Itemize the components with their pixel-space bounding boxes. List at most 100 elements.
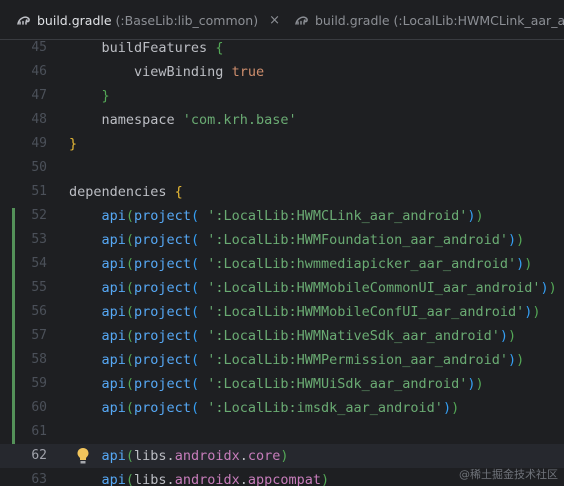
code-token: ) xyxy=(516,352,525,368)
code-token: api xyxy=(101,400,126,416)
code-text[interactable]: api(libs.androidx.core) xyxy=(69,444,289,468)
line-number[interactable]: 60 xyxy=(0,396,47,420)
code-token: ( xyxy=(125,328,135,344)
code-token: ':LocalLib:HWMNativeSdk_aar_android' xyxy=(207,328,500,344)
code-line[interactable]: 48 namespace 'com.krh.base' xyxy=(0,108,564,132)
code-token: project xyxy=(134,328,191,344)
code-line[interactable]: 54 api(project( ':LocalLib:hwmmediapicke… xyxy=(0,252,564,276)
line-number[interactable]: 56 xyxy=(0,300,47,324)
code-token: ':LocalLib:hwmmediapicker_aar_android' xyxy=(207,256,517,272)
code-text[interactable]: api(project( ':LocalLib:HWMUiSdk_aar_and… xyxy=(69,372,484,396)
code-token: } xyxy=(101,88,110,104)
code-token: { xyxy=(215,40,224,56)
code-token: namespace xyxy=(69,112,183,128)
code-token: ) xyxy=(442,400,452,416)
tab-build-gradle-hwmclink[interactable]: build.gradle (:LocalLib:HWMCLink_aar_and… xyxy=(294,0,564,39)
code-text[interactable]: api(project( ':LocalLib:HWMFoundation_aa… xyxy=(69,228,525,252)
code-line[interactable]: 55 api(project( ':LocalLib:HWMMobileComm… xyxy=(0,276,564,300)
code-editor[interactable]: 45 buildFeatures {46 viewBinding true 47 … xyxy=(0,40,564,486)
close-icon[interactable]: × xyxy=(269,13,280,28)
code-line[interactable]: 56 api(project( ':LocalLib:HWMMobileConf… xyxy=(0,300,564,324)
line-number[interactable]: 53 xyxy=(0,228,47,252)
code-line[interactable]: 60 api(project( ':LocalLib:imsdk_aar_and… xyxy=(0,396,564,420)
line-number[interactable]: 62 xyxy=(0,444,47,468)
code-token: ':LocalLib:imsdk_aar_android' xyxy=(207,400,443,416)
code-token: project xyxy=(134,280,191,296)
code-line[interactable]: 49} xyxy=(0,132,564,156)
line-number[interactable]: 48 xyxy=(0,108,47,132)
code-text[interactable]: api(project( ':LocalLib:imsdk_aar_androi… xyxy=(69,396,460,420)
line-number[interactable]: 55 xyxy=(0,276,47,300)
code-token: ( xyxy=(125,304,135,320)
code-text[interactable]: api(project( ':LocalLib:HWMMobileCommonU… xyxy=(69,276,557,300)
code-text[interactable]: } xyxy=(69,132,77,156)
code-token: ( xyxy=(190,400,200,416)
code-line[interactable]: 46 viewBinding true xyxy=(0,60,564,84)
code-token: api xyxy=(101,232,126,248)
code-token: ) xyxy=(499,328,508,344)
code-token: ) xyxy=(524,256,533,272)
code-text[interactable]: api(project( ':LocalLib:HWMNativeSdk_aar… xyxy=(69,324,517,348)
code-line[interactable]: 52 api(project( ':LocalLib:HWMCLink_aar_… xyxy=(0,204,564,228)
line-number[interactable]: 58 xyxy=(0,348,47,372)
code-token: ( xyxy=(190,376,200,392)
line-number[interactable]: 47 xyxy=(0,84,47,108)
code-line[interactable]: 51 dependencies { xyxy=(0,180,564,204)
code-text[interactable]: } xyxy=(69,84,110,108)
code-text[interactable]: api(libs.androidx.appcompat) xyxy=(69,468,330,486)
line-number[interactable]: 59 xyxy=(0,372,47,396)
code-token: project xyxy=(134,376,191,392)
code-line[interactable]: 61 xyxy=(0,420,564,444)
code-line[interactable]: 47 } xyxy=(0,84,564,108)
code-token: api xyxy=(101,280,126,296)
code-text[interactable]: api(project( ':LocalLib:HWMCLink_aar_and… xyxy=(69,204,484,228)
editor-tab-bar: build.gradle (:BaseLib:lib_common) × bui… xyxy=(0,0,564,40)
line-number[interactable]: 46 xyxy=(0,60,47,84)
code-token: ( xyxy=(190,280,200,296)
code-token: ) xyxy=(507,352,517,368)
code-text[interactable]: dependencies { xyxy=(69,180,183,204)
line-number[interactable]: 54 xyxy=(0,252,47,276)
code-token: libs. xyxy=(134,448,175,464)
code-line[interactable]: 50 xyxy=(0,156,564,180)
code-token: api xyxy=(101,304,126,320)
line-number[interactable]: 45 xyxy=(0,40,47,60)
code-line[interactable]: 59 api(project( ':LocalLib:HWMUiSdk_aar_… xyxy=(0,372,564,396)
code-text[interactable]: api(project( ':LocalLib:HWMPermission_aa… xyxy=(69,348,525,372)
code-line[interactable]: 57 api(project( ':LocalLib:HWMNativeSdk_… xyxy=(0,324,564,348)
code-token: ) xyxy=(548,280,557,296)
line-number[interactable]: 50 xyxy=(0,156,47,180)
code-text[interactable]: api(project( ':LocalLib:hwmmediapicker_a… xyxy=(69,252,533,276)
code-text[interactable]: api(project( ':LocalLib:HWMMobileConfUI_… xyxy=(69,300,541,324)
code-text[interactable]: buildFeatures { xyxy=(69,40,224,60)
line-number[interactable]: 57 xyxy=(0,324,47,348)
code-line[interactable]: 45 buildFeatures { xyxy=(0,40,564,60)
code-token: ) xyxy=(516,232,525,248)
line-number[interactable]: 51 xyxy=(0,180,47,204)
line-number[interactable]: 52 xyxy=(0,204,47,228)
code-line[interactable]: 53 api(project( ':LocalLib:HWMFoundation… xyxy=(0,228,564,252)
code-line[interactable]: 62 api(libs.androidx.core) xyxy=(0,444,564,468)
line-number[interactable]: 63 xyxy=(0,468,47,486)
code-token: ) xyxy=(532,304,541,320)
tab-filename: build.gradle xyxy=(315,12,390,28)
tab-build-gradle-lib-common[interactable]: build.gradle (:BaseLib:lib_common) × xyxy=(16,0,280,39)
code-token: project xyxy=(134,256,191,272)
code-token: buildFeatures xyxy=(69,40,216,56)
line-number[interactable]: 61 xyxy=(0,420,47,444)
code-token: ( xyxy=(190,256,200,272)
code-line[interactable]: 58 api(project( ':LocalLib:HWMPermission… xyxy=(0,348,564,372)
code-token: viewBinding xyxy=(69,64,232,80)
code-text[interactable]: namespace 'com.krh.base' xyxy=(69,108,297,132)
code-token: project xyxy=(134,400,191,416)
code-text[interactable]: viewBinding true xyxy=(69,60,264,84)
line-number[interactable]: 49 xyxy=(0,132,47,156)
